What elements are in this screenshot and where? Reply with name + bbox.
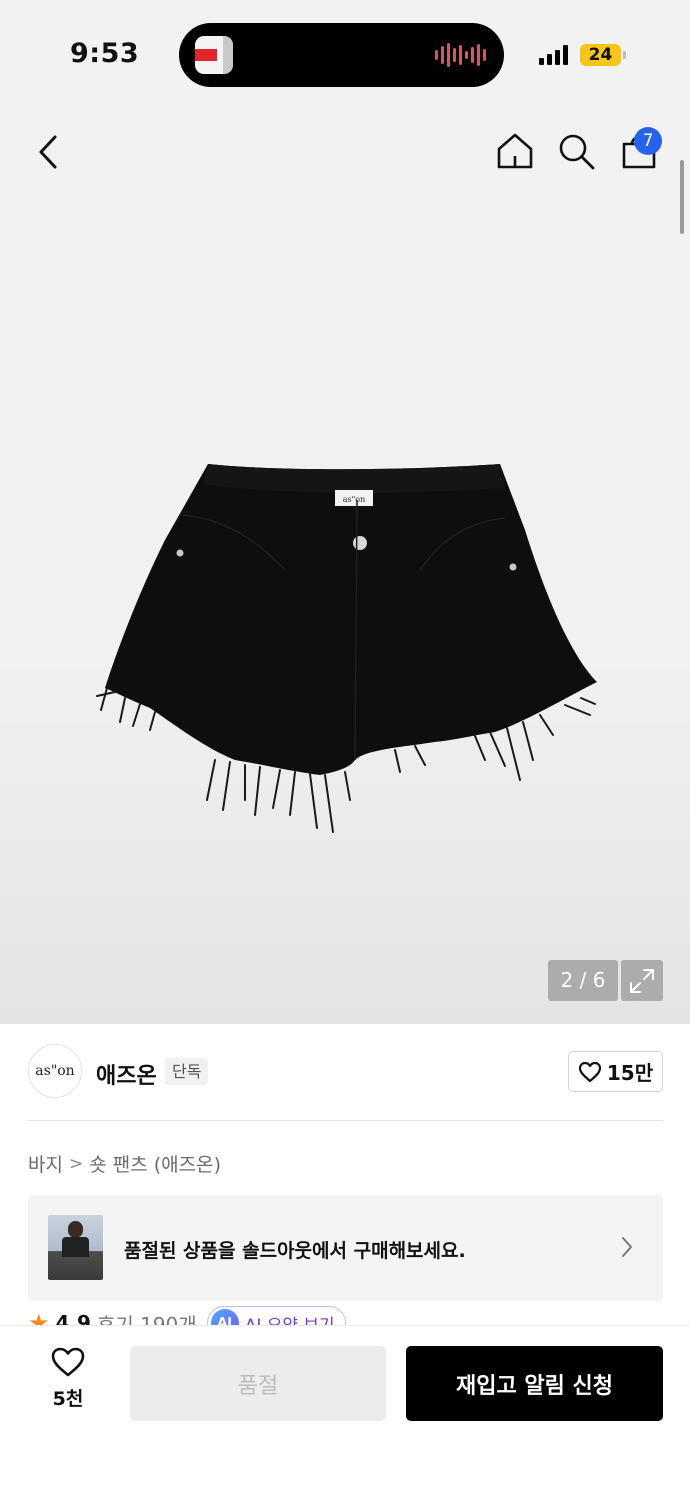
star-icon: ★: [28, 1309, 50, 1326]
expand-image-button[interactable]: [621, 960, 663, 1001]
dynamic-island[interactable]: [179, 23, 504, 87]
garment-label: as"on: [343, 495, 366, 504]
image-page-counter: 2 / 6: [548, 960, 618, 1001]
brand-logo[interactable]: as"on: [28, 1044, 82, 1098]
status-bar: 9:53 24: [0, 0, 690, 110]
search-button[interactable]: [555, 130, 597, 172]
back-button[interactable]: [28, 132, 68, 172]
heart-outline-icon: [51, 1347, 85, 1377]
battery-level: 24: [580, 44, 621, 66]
search-icon: [559, 134, 595, 170]
chevron-left-icon: [39, 135, 57, 169]
soldout-market-banner[interactable]: 품절된 상품을 솔드아웃에서 구매해보세요.: [28, 1195, 663, 1301]
breadcrumb: 바지 > 숏 팬츠 (애즈온): [28, 1150, 221, 1177]
product-image-denim-shorts: as"on: [96, 464, 597, 833]
section-divider: [28, 1120, 663, 1121]
scroll-indicator: [680, 160, 684, 234]
wishlist-button[interactable]: 5천: [38, 1346, 98, 1411]
home-icon: [497, 133, 533, 169]
soldout-button: 품절: [130, 1346, 386, 1421]
ai-badge-icon: AI: [210, 1309, 239, 1326]
wishlist-count: 5천: [52, 1388, 84, 1410]
brand-like-button[interactable]: 15만: [568, 1051, 663, 1092]
brand-row: as"on 애즈온 단독 15만: [0, 1024, 690, 1120]
banner-text: 품절된 상품을 솔드아웃에서 구매해보세요.: [124, 1240, 466, 1262]
product-image-gallery[interactable]: 7 as"on 2 / 6: [0, 110, 690, 1024]
exclusive-badge: 단독: [165, 1058, 209, 1085]
status-time: 9:53: [70, 38, 140, 69]
rating-score: 4.9: [55, 1311, 91, 1326]
cellular-signal-icon: [539, 45, 568, 65]
chevron-right-icon: [622, 1237, 632, 1257]
bottom-action-bar: 5천 품절 재입고 알림 신청: [0, 1325, 690, 1500]
brand-like-count: 15만: [606, 1061, 654, 1085]
battery-cap-icon: [623, 51, 626, 59]
expand-icon: [630, 968, 654, 993]
home-button[interactable]: [494, 130, 536, 172]
now-playing-app-icon: [195, 36, 233, 74]
audio-wave-icon: [435, 43, 486, 67]
breadcrumb-category[interactable]: 바지: [28, 1150, 63, 1177]
breadcrumb-sub-category[interactable]: 숏 팬츠 (애즈온): [89, 1150, 221, 1177]
breadcrumb-separator-icon: >: [68, 1153, 84, 1174]
review-count-link[interactable]: 후기 190개: [97, 1309, 197, 1327]
ai-summary-label: AI 요약 보기: [244, 1315, 335, 1327]
heart-outline-icon: [578, 1061, 601, 1082]
ai-summary-button[interactable]: AI AI 요약 보기: [206, 1306, 346, 1327]
cart-count-badge: 7: [634, 127, 662, 155]
banner-thumbnail: [48, 1215, 103, 1280]
restock-alert-button[interactable]: 재입고 알림 신청: [406, 1346, 663, 1421]
brand-name[interactable]: 애즈온: [96, 1058, 157, 1090]
rating-row: ★ 4.9 후기 190개 AI AI 요약 보기: [28, 1304, 668, 1326]
